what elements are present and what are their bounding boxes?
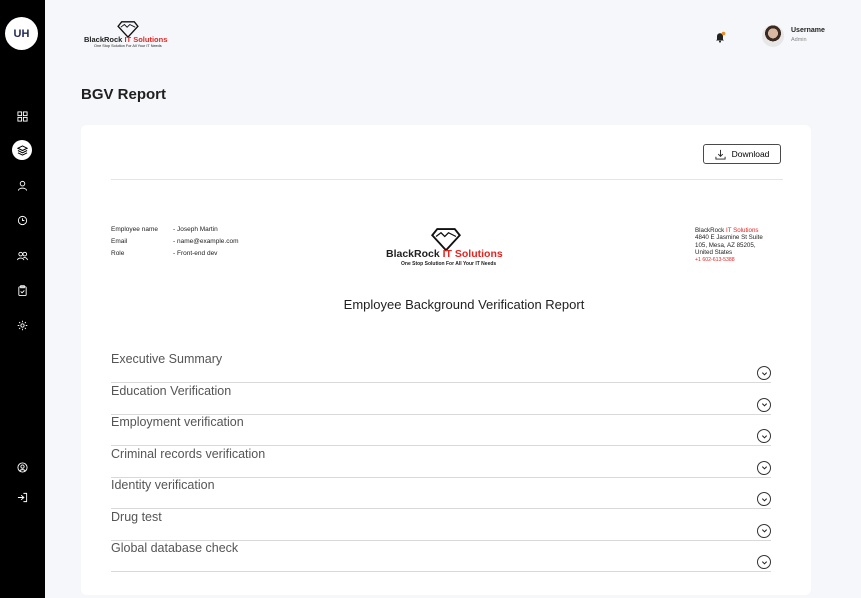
address-line-3: United States [695, 249, 733, 257]
section-executive-summary[interactable]: Executive Summary [111, 350, 771, 383]
section-label: Criminal records verification [111, 446, 266, 461]
report-title: Employee Background Verification Report [343, 297, 585, 312]
chevron-down-icon[interactable] [757, 523, 771, 538]
username[interactable]: Username [791, 27, 825, 34]
section-education-verification[interactable]: Education Verification [111, 382, 771, 415]
company-name-red: IT Solutions [442, 248, 503, 260]
download-icon [715, 149, 726, 160]
avatar[interactable] [762, 25, 784, 47]
section-label: Identity verification [111, 478, 215, 492]
report-card: Download Employee name - Joseph Martin E… [81, 125, 811, 595]
section-label: Drug test [111, 509, 162, 524]
employee-name-value: - Joseph Martin [173, 226, 218, 233]
employee-role-value: - Front-end dev [173, 250, 218, 257]
user-role: Admin [791, 37, 807, 43]
company-logo: BlackRock IT Solutions One Stop Solution… [386, 226, 516, 270]
chevron-down-icon[interactable] [757, 429, 771, 443]
header-brand-logo[interactable]: BlackRock IT Solutions One Stop Solution… [84, 20, 204, 52]
chevron-down-icon[interactable] [757, 492, 771, 506]
section-global-database-check[interactable]: Global database check [111, 539, 771, 572]
brand-name-black: BlackRock [84, 35, 123, 44]
chevron-down-icon[interactable] [757, 460, 771, 475]
clipboard-icon[interactable] [12, 280, 32, 300]
section-label: Employment verification [111, 415, 244, 429]
chevron-down-icon[interactable] [757, 366, 771, 380]
employee-email-value: - name@example.com [173, 238, 239, 245]
history-icon[interactable] [12, 210, 32, 230]
section-drug-test[interactable]: Drug test [111, 508, 771, 541]
group-icon[interactable] [12, 245, 32, 265]
company-address: BlackRock IT Solutions 4840 E Jasmine St… [695, 227, 785, 264]
logout-icon[interactable] [12, 487, 32, 507]
user-icon[interactable] [12, 175, 32, 195]
employee-role-label: Role [111, 250, 125, 257]
download-button[interactable]: Download [703, 144, 781, 164]
brand-name-red: IT Solutions [124, 35, 168, 44]
section-label: Global database check [111, 541, 239, 555]
employee-email-label: Email [111, 238, 128, 245]
settings-icon[interactable] [12, 315, 32, 335]
dashboard-icon[interactable] [12, 106, 32, 126]
chevron-down-icon[interactable] [757, 555, 771, 569]
address-company-red: IT Solutions [725, 227, 759, 234]
address-line-2: 105, Mesa, AZ 85205, [695, 241, 756, 249]
section-label: Executive Summary [111, 352, 223, 366]
section-criminal-records-verification[interactable]: Criminal records verification [111, 445, 771, 478]
page-title: BGV Report [81, 86, 167, 103]
employee-name-label: Employee name [111, 226, 158, 233]
chevron-down-icon[interactable] [757, 397, 771, 412]
address-company-black: BlackRock [695, 227, 725, 234]
app-logo[interactable]: UH [5, 17, 38, 50]
brand-tagline: One Stop Solution For All Your IT Needs [94, 44, 162, 48]
layers-icon[interactable] [12, 140, 32, 160]
divider [111, 179, 783, 180]
section-label: Education Verification [111, 383, 232, 398]
company-phone: +1 602-613-5388 [695, 256, 735, 263]
section-employment-verification[interactable]: Employment verification [111, 413, 771, 446]
profile-icon[interactable] [12, 457, 32, 477]
company-tagline: One Stop Solution For All Your IT Needs [401, 261, 497, 267]
download-button-label: Download [731, 149, 770, 159]
app-logo-text: UH [13, 27, 30, 40]
address-line-1: 4840 E Jasmine St Suite [695, 234, 763, 242]
notification-bell-icon[interactable] [714, 30, 726, 43]
company-name-black: BlackRock [386, 248, 440, 260]
sidebar: UH [0, 0, 45, 598]
section-identity-verification[interactable]: Identity verification [111, 476, 771, 509]
